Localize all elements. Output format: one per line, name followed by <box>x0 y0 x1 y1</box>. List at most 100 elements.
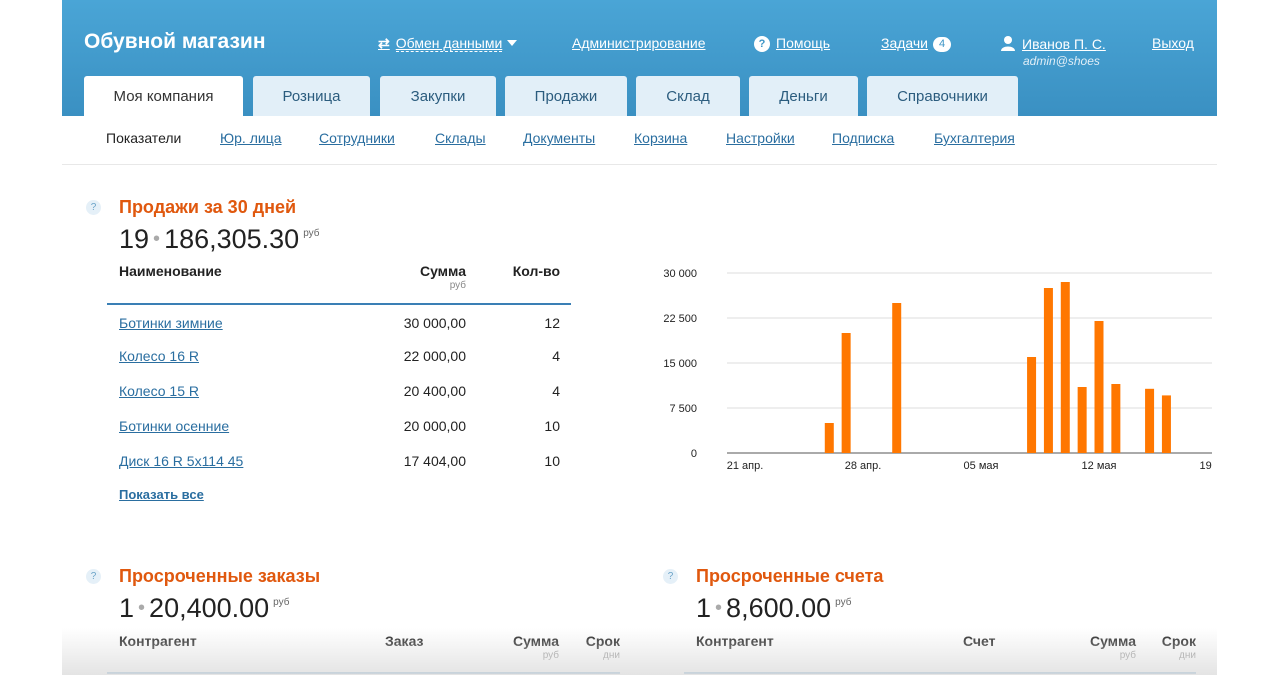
chart-bar <box>841 333 851 453</box>
col-qty-header[interactable]: Кол-во <box>502 263 560 279</box>
x-tick-label: 12 мая <box>1082 460 1117 472</box>
tasks-link[interactable]: Задачи 4 <box>881 35 952 52</box>
sales-summary: 19 • 186,305.30 руб <box>119 224 320 255</box>
tasks-label: Задачи <box>881 35 929 51</box>
orders-col-sum-unit: руб <box>542 650 559 661</box>
separator-dot: • <box>153 228 161 250</box>
administration-link[interactable]: Администрирование <box>572 35 706 51</box>
overdue-orders-count: 1 <box>119 593 135 623</box>
chart-bar <box>1094 321 1104 453</box>
chart-bar <box>1161 395 1171 453</box>
chart-bar <box>1111 384 1121 453</box>
invoices-col-sum-unit: руб <box>1119 650 1136 661</box>
chart-bar <box>892 303 902 453</box>
swap-icon: ⇄ <box>378 35 390 51</box>
subnav-settings[interactable]: Настройки <box>726 130 795 146</box>
orders-col-order[interactable]: Заказ <box>385 633 423 649</box>
data-exchange-menu[interactable]: ⇄ Обмен данными <box>378 35 518 52</box>
x-tick-label: 21 апр. <box>727 460 764 472</box>
header: Обувной магазин ⇄ Обмен данными Администр… <box>62 0 1217 116</box>
tab-retail[interactable]: Розница <box>253 76 370 116</box>
y-tick-label: 22 500 <box>663 313 697 325</box>
help-label: Помощь <box>776 35 831 51</box>
row-sum: 30 000,00 <box>403 315 466 331</box>
col-name-header[interactable]: Наименование <box>119 263 222 279</box>
product-link[interactable]: Ботинки осенние <box>119 418 229 434</box>
chart-bar <box>1077 387 1087 453</box>
invoices-col-term-unit: дни <box>1179 650 1196 661</box>
overdue-invoices-help-icon[interactable]: ? <box>663 569 678 584</box>
col-sum-header[interactable]: Сумма руб <box>402 263 466 291</box>
overdue-orders-total: 20,400.00 <box>149 593 270 623</box>
invoices-col-contractor[interactable]: Контрагент <box>696 633 774 649</box>
subnav-subscription[interactable]: Подписка <box>832 130 894 146</box>
subnav-documents[interactable]: Документы <box>523 130 595 146</box>
y-tick-label: 7 500 <box>669 403 697 415</box>
tab-warehouse[interactable]: Склад <box>636 76 740 116</box>
sales-title: Продажи за 30 дней <box>119 197 297 217</box>
orders-col-sum-label: Сумма <box>512 633 559 649</box>
user-profile-link[interactable]: Иванов П. С. <box>1000 35 1106 52</box>
row-sum: 20 000,00 <box>403 418 466 434</box>
x-tick-label: 05 мая <box>964 460 999 472</box>
row-sum: 17 404,00 <box>403 453 466 469</box>
separator-dot: • <box>138 597 146 619</box>
invoices-header-rule <box>684 672 1196 674</box>
data-exchange-label: Обмен данными <box>395 35 503 52</box>
invoices-col-invoice[interactable]: Счет <box>963 633 996 649</box>
subnav-trash[interactable]: Корзина <box>634 130 687 146</box>
overdue-invoices-title: Просроченные счета <box>696 566 884 586</box>
tab-purchases[interactable]: Закупки <box>380 76 496 116</box>
subnav-legal-entities[interactable]: Юр. лица <box>220 130 282 146</box>
tab-directories[interactable]: Справочники <box>867 76 1018 116</box>
user-login: admin@shoes <box>1023 54 1100 68</box>
chart-bar <box>1060 282 1070 453</box>
row-qty: 10 <box>544 453 560 469</box>
help-link[interactable]: ? Помощь <box>754 35 830 52</box>
tab-my-company[interactable]: Моя компания <box>84 76 243 116</box>
chart-bar <box>1043 288 1053 453</box>
col-sum-label: Сумма <box>419 263 466 279</box>
invoices-col-sum[interactable]: Сумма руб <box>1079 633 1136 661</box>
chart-bar <box>1145 388 1155 453</box>
subnav-indicators[interactable]: Показатели <box>106 130 181 146</box>
orders-col-term-label: Срок <box>585 633 620 649</box>
product-link[interactable]: Диск 16 R 5x114 45 <box>119 453 243 469</box>
overdue-invoices-count: 1 <box>696 593 712 623</box>
subnav-accounting[interactable]: Бухгалтерия <box>934 130 1015 146</box>
page: Обувной магазин ⇄ Обмен данными Администр… <box>62 0 1217 675</box>
product-link[interactable]: Колесо 15 R <box>119 383 199 399</box>
overdue-orders-help-icon[interactable]: ? <box>86 569 101 584</box>
subnav-employees[interactable]: Сотрудники <box>319 130 395 146</box>
logout-link[interactable]: Выход <box>1152 35 1194 51</box>
product-link[interactable]: Колесо 16 R <box>119 348 199 364</box>
tab-sales[interactable]: Продажи <box>505 76 627 116</box>
tab-money[interactable]: Деньги <box>749 76 858 116</box>
invoices-col-term[interactable]: Срок дни <box>1152 633 1196 661</box>
sales-currency: руб <box>303 228 320 239</box>
chart-bar <box>824 423 834 453</box>
sales-count: 19 <box>119 224 150 254</box>
row-sum: 22 000,00 <box>403 348 466 364</box>
chart-bar <box>1027 357 1037 453</box>
product-link[interactable]: Ботинки зимние <box>119 315 223 331</box>
sales-help-icon[interactable]: ? <box>86 200 101 215</box>
chevron-down-icon <box>507 40 518 46</box>
row-sum: 20 400,00 <box>403 383 466 399</box>
bottom-fade <box>62 628 1217 675</box>
user-name: Иванов П. С. <box>1022 36 1106 52</box>
orders-col-term[interactable]: Срок дни <box>576 633 620 661</box>
orders-col-sum[interactable]: Сумма руб <box>502 633 559 661</box>
orders-col-term-unit: дни <box>603 650 620 661</box>
subnav-warehouses[interactable]: Склады <box>435 130 486 146</box>
orders-col-contractor[interactable]: Контрагент <box>119 633 197 649</box>
app-logo[interactable]: Обувной магазин <box>84 30 266 54</box>
x-tick-label: 28 апр. <box>845 460 882 472</box>
overdue-invoices-total: 8,600.00 <box>726 593 832 623</box>
sales-chart: 0 7 500 15 000 22 500 30 000 21 апр. 28 апр. 05… <box>663 268 1212 472</box>
row-qty: 10 <box>544 418 560 434</box>
y-tick-label: 15 000 <box>663 358 697 370</box>
show-all-link[interactable]: Показать все <box>119 487 204 502</box>
help-icon: ? <box>754 36 770 52</box>
invoices-col-sum-label: Сумма <box>1089 633 1136 649</box>
